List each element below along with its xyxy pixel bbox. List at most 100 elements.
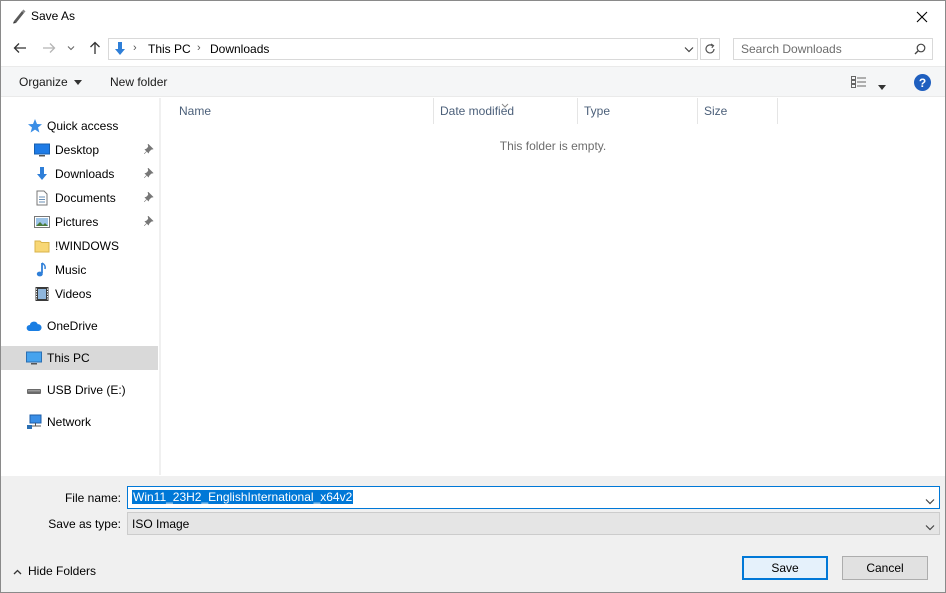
save-as-type-value: ISO Image <box>132 517 190 531</box>
help-button[interactable]: ? <box>914 74 931 91</box>
nav-item-downloads[interactable]: Downloads <box>1 163 158 185</box>
chevron-down-icon <box>925 520 935 534</box>
caret-down-icon <box>74 80 83 86</box>
nav-item-label: Network <box>47 415 92 429</box>
navigation-pane: Quick access Desktop Downloads Documents… <box>1 98 159 475</box>
window-title: Save As <box>31 9 76 23</box>
breadcrumb-separator-icon: › <box>197 42 201 54</box>
hide-folders-label: Hide Folders <box>28 564 97 578</box>
nav-item-windows-folder[interactable]: !WINDOWS <box>1 235 158 257</box>
help-icon: ? <box>918 75 927 90</box>
nav-item-label: Documents <box>55 191 116 205</box>
up-button[interactable] <box>85 38 105 58</box>
search-box[interactable]: Search Downloads <box>733 38 933 60</box>
organize-label: Organize <box>19 75 68 89</box>
column-header-date-modified[interactable]: Date modified <box>440 104 514 118</box>
save-button[interactable]: Save <box>742 556 828 580</box>
breadcrumb-separator-icon: › <box>133 42 137 54</box>
column-divider[interactable] <box>433 98 434 124</box>
save-as-icon <box>11 8 27 24</box>
nav-item-label: Videos <box>55 287 92 301</box>
organize-menu-button[interactable]: Organize <box>19 75 83 89</box>
column-header-size[interactable]: Size <box>704 104 727 118</box>
pictures-icon <box>34 214 50 230</box>
file-name-field[interactable]: Win11_23H2_EnglishInternational_x64v2 <box>127 486 940 509</box>
nav-item-usb-drive[interactable]: USB Drive (E:) <box>1 379 158 401</box>
address-dropdown-button[interactable] <box>684 42 694 56</box>
pin-icon <box>143 167 154 181</box>
command-bar: Organize New folder ? <box>1 66 945 97</box>
hide-folders-button[interactable]: Hide Folders <box>13 564 96 578</box>
file-name-value: Win11_23H2_EnglishInternational_x64v2 <box>130 489 355 505</box>
search-icon <box>914 43 926 58</box>
forward-button[interactable] <box>39 38 59 58</box>
save-as-type-select[interactable]: ISO Image <box>127 512 940 535</box>
videos-icon <box>34 286 50 302</box>
address-bar[interactable]: › This PC › Downloads <box>108 38 698 60</box>
nav-item-label: !WINDOWS <box>55 239 119 253</box>
nav-item-label: Quick access <box>47 119 119 133</box>
save-as-type-label: Save as type: <box>48 517 121 531</box>
chevron-down-icon <box>925 499 935 505</box>
back-button[interactable] <box>10 38 30 58</box>
folder-icon <box>34 238 50 254</box>
nav-item-label: Music <box>55 263 87 277</box>
network-icon <box>26 414 42 430</box>
empty-folder-message: This folder is empty. <box>499 139 607 153</box>
nav-item-desktop[interactable]: Desktop <box>1 139 158 161</box>
cancel-button[interactable]: Cancel <box>842 556 928 580</box>
forward-arrow-icon <box>43 43 56 53</box>
breadcrumb-this-pc[interactable]: This PC <box>148 42 191 56</box>
close-icon <box>916 11 928 22</box>
title-bar: Save As <box>1 1 945 32</box>
up-arrow-icon <box>90 41 100 54</box>
change-view-button[interactable] <box>851 76 867 91</box>
pin-icon <box>143 143 154 157</box>
nav-item-onedrive[interactable]: OneDrive <box>1 315 158 337</box>
nav-item-documents[interactable]: Documents <box>1 187 158 209</box>
file-name-dropdown[interactable] <box>925 494 935 508</box>
nav-item-network[interactable]: Network <box>1 411 158 433</box>
column-header-type[interactable]: Type <box>584 104 610 118</box>
desktop-icon <box>34 142 50 158</box>
back-arrow-icon <box>13 43 26 53</box>
nav-item-label: This PC <box>47 351 90 365</box>
chevron-down-icon <box>684 47 694 53</box>
nav-item-label: OneDrive <box>47 319 98 333</box>
download-arrow-icon <box>112 41 128 60</box>
chevron-down-icon <box>67 46 75 51</box>
usb-drive-icon <box>26 382 42 398</box>
nav-item-label: Pictures <box>55 215 99 229</box>
breadcrumb-downloads[interactable]: Downloads <box>210 42 269 56</box>
recent-locations-button[interactable] <box>64 38 78 58</box>
search-placeholder: Search Downloads <box>741 42 842 56</box>
refresh-button[interactable] <box>700 38 720 60</box>
nav-item-videos[interactable]: Videos <box>1 283 158 305</box>
download-arrow-icon <box>34 166 50 182</box>
new-folder-button[interactable]: New folder <box>110 75 167 89</box>
pin-icon <box>143 215 154 229</box>
nav-item-label: USB Drive (E:) <box>47 383 126 397</box>
file-name-label: File name: <box>64 491 121 505</box>
chevron-up-icon <box>13 569 22 575</box>
nav-item-label: Downloads <box>55 167 115 181</box>
column-divider[interactable] <box>697 98 698 124</box>
nav-item-pictures[interactable]: Pictures <box>1 211 158 233</box>
view-options-dropdown[interactable] <box>878 79 886 93</box>
column-divider[interactable] <box>577 98 578 124</box>
column-header-name[interactable]: Name <box>179 104 211 118</box>
pin-icon <box>143 191 154 205</box>
caret-down-icon <box>878 85 886 90</box>
save-as-dialog: Save As › This PC › Downloads Search Dow… <box>0 0 946 593</box>
nav-item-this-pc[interactable]: This PC <box>1 346 158 370</box>
nav-item-quick-access[interactable]: Quick access <box>1 115 158 137</box>
nav-item-music[interactable]: Music <box>1 259 158 281</box>
documents-icon <box>34 190 50 206</box>
refresh-icon <box>705 43 715 54</box>
details-view-icon <box>851 76 866 88</box>
save-panel: File name: Win11_23H2_EnglishInternation… <box>1 476 945 592</box>
close-button[interactable] <box>899 1 945 32</box>
file-list: Name Date modified Type Size This folder… <box>161 98 945 475</box>
cloud-icon <box>26 318 42 334</box>
column-divider[interactable] <box>777 98 778 124</box>
